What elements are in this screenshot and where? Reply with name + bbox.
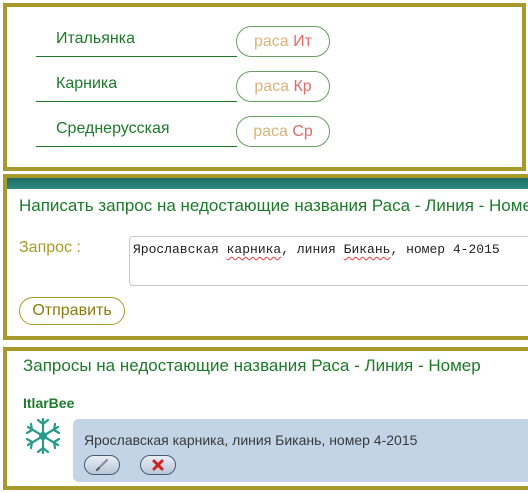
request-text-part: , номер 4-2015	[390, 242, 500, 257]
request-text: Ярославская карника, линия Бикань, номер…	[84, 432, 418, 448]
requests-panel: Запросы на недостающие названия Раса - Л…	[3, 347, 528, 490]
edit-button[interactable]	[84, 455, 120, 475]
snowflake-avatar-icon	[23, 416, 63, 456]
form-title: Написать запрос на недостающие названия …	[19, 196, 528, 215]
breed-name: Среднерусская	[36, 102, 237, 147]
request-field-label: Запрос :	[19, 239, 81, 256]
request-textarea[interactable]: Ярославская карника, линия Бикань, номер…	[129, 236, 528, 286]
breed-pill-code: Кр	[293, 78, 312, 95]
form-header-bar	[7, 178, 528, 189]
breed-pill-word: раса	[254, 78, 290, 95]
request-text-part: , линия	[281, 242, 344, 257]
submit-button[interactable]: Отправить	[19, 297, 125, 325]
breed-name: Итальянка	[36, 12, 237, 57]
breed-pill-code: Ср	[292, 123, 313, 140]
close-icon	[152, 459, 164, 471]
delete-button[interactable]	[140, 455, 176, 475]
request-text-part: Ярославская	[133, 242, 227, 257]
requests-title: Запросы на недостающие названия Раса - Л…	[23, 356, 481, 375]
breed-code-button[interactable]: раса Кр	[236, 71, 330, 102]
breed-code-button[interactable]: раса Ит	[236, 26, 330, 57]
request-form-panel: Написать запрос на недостающие названия …	[3, 174, 528, 340]
breed-name: Карника	[36, 57, 237, 102]
breed-pill-word: раса	[254, 33, 289, 50]
pencil-icon	[95, 458, 109, 472]
breed-pill-word: раса	[253, 123, 288, 140]
request-card: Ярославская карника, линия Бикань, номер…	[73, 419, 528, 482]
breed-row-italian: Итальянка раса Ит	[7, 12, 522, 57]
request-username[interactable]: ItlarBee	[23, 395, 74, 411]
breed-row-central-russian: Среднерусская раса Ср	[7, 102, 522, 147]
breed-code-button[interactable]: раса Ср	[236, 116, 330, 147]
request-text-misspelled: Бикань	[343, 242, 391, 257]
breed-pill-code: Ит	[293, 33, 312, 50]
breeds-panel: Итальянка раса Ит Карника раса Кр Средне…	[3, 3, 526, 171]
breed-row-carnica: Карника раса Кр	[7, 57, 522, 102]
request-text-misspelled: карника	[226, 242, 282, 257]
